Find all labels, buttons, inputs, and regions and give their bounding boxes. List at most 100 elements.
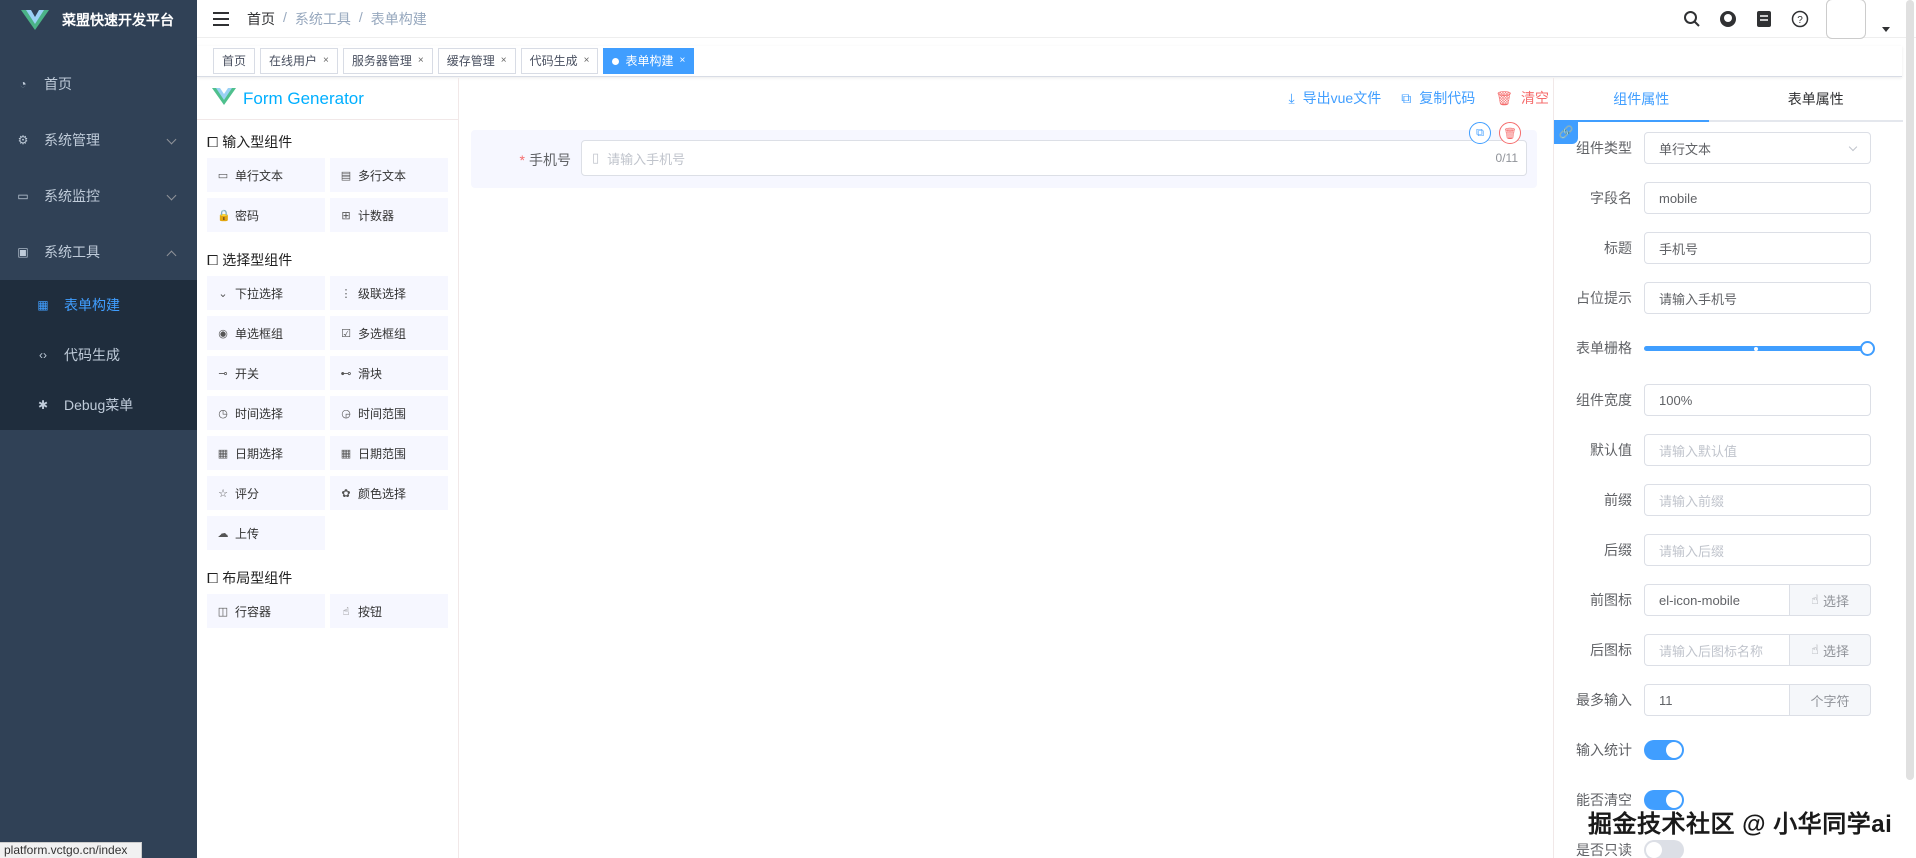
maxlength-input[interactable]: 11 (1644, 684, 1790, 716)
hamburger-icon[interactable] (213, 11, 229, 26)
github-icon[interactable] (1718, 9, 1738, 29)
form-canvas[interactable]: * 手机号 ▯ 请输入手机号 0/11 ⧉ 🗑 (459, 120, 1553, 858)
export-vue-button[interactable]: ⤓ 导出vue文件 (1288, 88, 1381, 108)
slider-thumb[interactable] (1860, 341, 1875, 356)
component-item[interactable]: 🔒 密码 (207, 198, 325, 232)
component-icon: ◷ (218, 407, 228, 420)
component-label: 时间范围 (358, 406, 407, 421)
help-icon[interactable]: ? (1790, 9, 1810, 29)
toolbox-icon: ▣ (17, 245, 29, 259)
placeholder-input[interactable]: 请输入手机号 (1644, 282, 1871, 314)
close-icon[interactable]: × (584, 49, 590, 73)
tag-server[interactable]: 服务器管理 × (342, 48, 433, 74)
close-icon[interactable]: × (418, 49, 424, 73)
component-icon: ▦ (217, 447, 229, 460)
sidebar-item-monitor[interactable]: ▭ 系统监控 (0, 168, 197, 224)
component-item[interactable]: ◫ 行容器 (207, 594, 325, 628)
document-icon[interactable] (1754, 9, 1774, 29)
monitor-icon: ▭ (17, 189, 29, 203)
suffix-input[interactable]: 请输入后缀 (1644, 534, 1871, 566)
tag-label: 缓存管理 (446, 54, 495, 68)
close-icon[interactable]: × (323, 49, 329, 73)
component-item[interactable]: ▭ 单行文本 (207, 158, 325, 192)
delete-item-icon[interactable]: 🗑 (1499, 122, 1521, 144)
title-input[interactable]: 手机号 (1644, 232, 1871, 264)
avatar[interactable] (1826, 0, 1866, 39)
suffix-icon-input[interactable]: 请输入后图标名称 (1644, 634, 1790, 666)
component-item[interactable]: ⊷ 滑块 (330, 356, 448, 390)
component-item[interactable]: ▤ 多行文本 (330, 158, 448, 192)
prop-label: 标题 (1604, 240, 1632, 256)
code-icon: ‹› (39, 348, 47, 362)
component-item[interactable]: ◉ 单选框组 (207, 316, 325, 350)
sidebar-item-form-build[interactable]: ▦ 表单构建 (0, 280, 197, 330)
form-item-label-text: 手机号 (529, 152, 571, 168)
suffix-icon-select-button[interactable]: ☝ 选择 (1790, 634, 1871, 666)
sidebar-item-code-gen[interactable]: ‹› 代码生成 (0, 330, 197, 380)
tab-form-props[interactable]: 表单属性 (1729, 78, 1904, 120)
dashboard-icon: ◔ (19, 77, 27, 91)
tag-code-gen[interactable]: 代码生成 × (520, 48, 599, 74)
mobile-input[interactable]: ▯ 请输入手机号 0/11 (581, 140, 1527, 176)
component-item[interactable]: ✿ 颜色选择 (330, 476, 448, 510)
clear-button[interactable]: 🗑 清空 (1495, 88, 1549, 108)
prop-prefix-icon: 前图标 el-icon-mobile ☝ 选择 (1554, 584, 1894, 616)
tag-home[interactable]: 首页 (213, 48, 256, 74)
close-icon[interactable]: × (501, 49, 507, 73)
component-label: 按钮 (358, 604, 383, 619)
component-item[interactable]: ⋮ 级联选择 (330, 276, 448, 310)
component-group-icon: ⧠ (207, 569, 219, 586)
field-name-input[interactable]: mobile (1644, 182, 1871, 214)
sidebar-item-tools[interactable]: ▣ 系统工具 (0, 224, 197, 280)
component-item[interactable]: ⊸ 开关 (207, 356, 325, 390)
prefix-icon-input[interactable]: el-icon-mobile (1644, 584, 1790, 616)
close-icon[interactable]: × (679, 49, 685, 73)
active-dot-icon (612, 57, 620, 65)
sidebar-item-debug[interactable]: ✱ Debug菜单 (0, 380, 197, 430)
component-label: 滑块 (358, 366, 383, 381)
page-scrollbar[interactable] (1906, 0, 1914, 780)
component-icon: ▭ (217, 169, 229, 182)
component-item[interactable]: ◷ 时间选择 (207, 396, 325, 430)
sidebar-item-system[interactable]: ⚙ 系统管理 (0, 112, 197, 168)
component-item[interactable]: ☁ 上传 (207, 516, 325, 550)
tab-component-props[interactable]: 组件属性 (1554, 78, 1729, 120)
default-input[interactable]: 请输入默认值 (1644, 434, 1871, 466)
bug-icon: ✱ (37, 398, 49, 412)
copy-item-icon[interactable]: ⧉ (1469, 122, 1491, 144)
show-word-limit-switch[interactable] (1644, 740, 1684, 760)
component-item[interactable]: ▦ 日期范围 (330, 436, 448, 470)
prefix-input[interactable]: 请输入前缀 (1644, 484, 1871, 516)
form-item-mobile[interactable]: * 手机号 ▯ 请输入手机号 0/11 ⧉ 🗑 (471, 122, 1537, 188)
component-item[interactable]: ☝ 按钮 (330, 594, 448, 628)
app-logo[interactable]: 菜盟快速开发平台 (0, 0, 197, 40)
tag-cache[interactable]: 缓存管理 × (437, 48, 516, 74)
generator-title-text: Form Generator (243, 88, 364, 108)
component-type-select[interactable]: 单行文本 (1644, 132, 1871, 164)
component-item[interactable]: ☑ 多选框组 (330, 316, 448, 350)
component-item[interactable]: ☆ 评分 (207, 476, 325, 510)
caret-down-icon[interactable] (1882, 26, 1890, 32)
prefix-icon-select-button[interactable]: ☝ 选择 (1790, 584, 1871, 616)
sidebar-item-home[interactable]: ◔ 首页 (0, 56, 197, 112)
width-input[interactable]: 100% (1644, 384, 1871, 416)
component-label: 级联选择 (358, 286, 407, 301)
search-icon[interactable] (1682, 9, 1702, 29)
component-item[interactable]: ▦ 日期选择 (207, 436, 325, 470)
component-label: 日期选择 (235, 446, 284, 461)
grid-span-slider[interactable] (1644, 332, 1875, 364)
sidebar-item-label: 系统管理 (44, 132, 100, 148)
maxlength-unit: 个字符 (1790, 684, 1871, 716)
component-item[interactable]: ◶ 时间范围 (330, 396, 448, 430)
component-item[interactable]: ⌄ 下拉选择 (207, 276, 325, 310)
breadcrumb-separator: / (283, 8, 287, 25)
components-panel: Form Generator ⧠ 输入型组件 ▭ 单行文本 ▤ 多行文本 🔒 密码 ⊞ 计数器 ⧠ 选… (197, 78, 459, 858)
component-icon: ⌄ (218, 287, 228, 300)
breadcrumb-home[interactable]: 首页 (247, 9, 275, 29)
component-item[interactable]: ⊞ 计数器 (330, 198, 448, 232)
tag-online-users[interactable]: 在线用户 × (260, 48, 338, 74)
copy-code-button[interactable]: ⧉ 复制代码 (1401, 88, 1475, 108)
tag-form-build[interactable]: 表单构建 × (603, 48, 695, 74)
readonly-switch[interactable] (1644, 840, 1684, 858)
pointer-icon: ☝ (1811, 642, 1819, 657)
